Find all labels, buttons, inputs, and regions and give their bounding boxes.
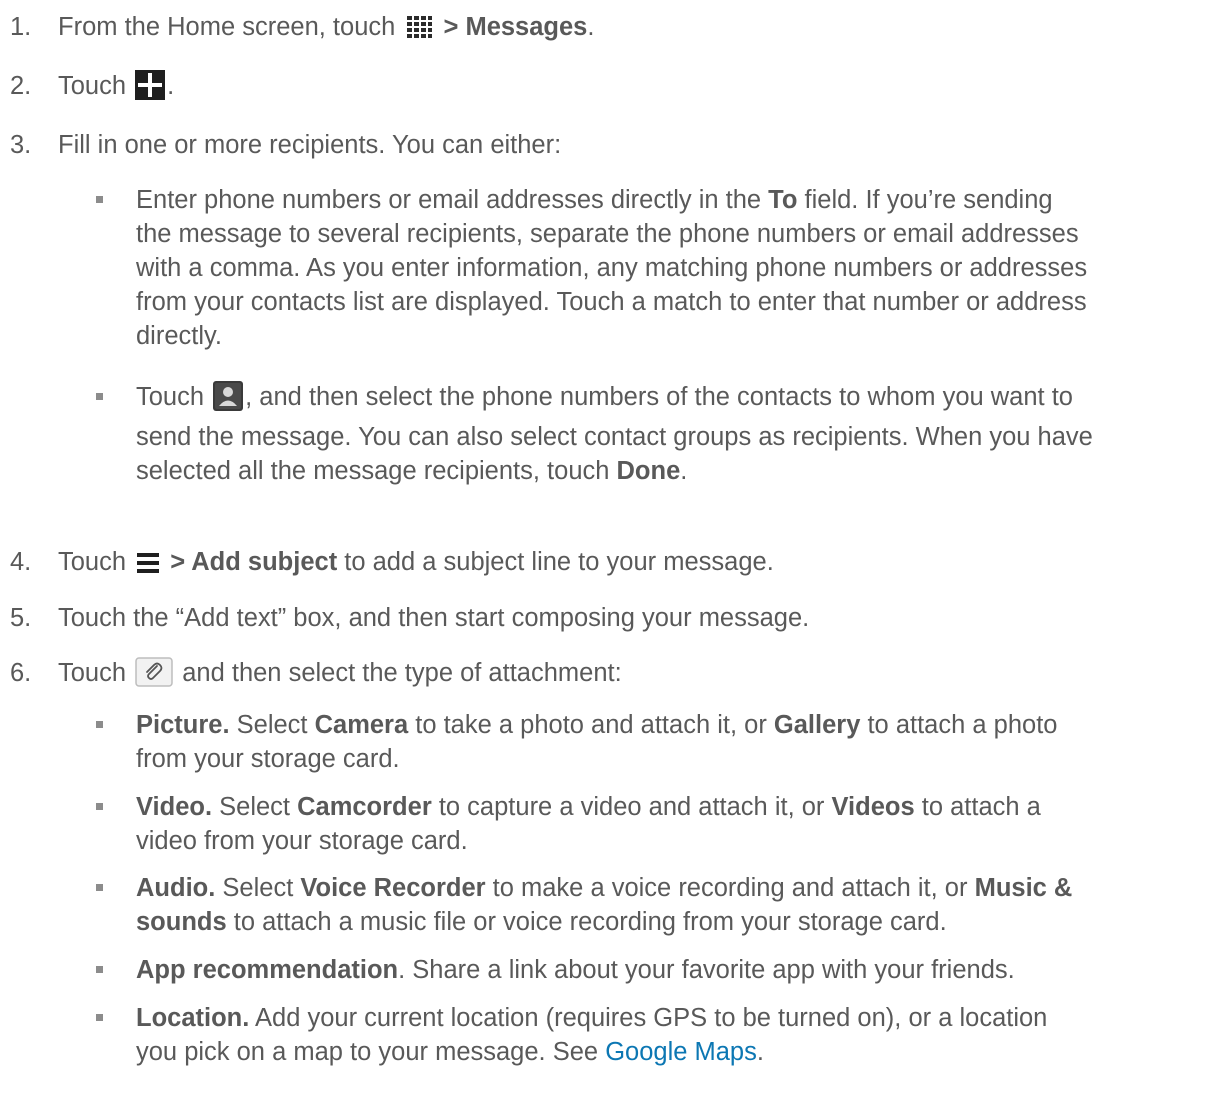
punct: . [756, 1038, 764, 1066]
apps-grid-icon [404, 13, 435, 50]
bullet-text: the message to several recipients, separ… [136, 220, 1079, 248]
bullet-text: Select [212, 793, 298, 821]
bold-term: Gallery [773, 711, 861, 739]
step-number: 5. [10, 604, 32, 632]
bullet-text: send the message. You can also select co… [136, 423, 1093, 451]
step-text: From the Home screen, touch [58, 13, 403, 41]
step-number: 6. [10, 659, 32, 687]
bullet-text: to attach a [914, 793, 1041, 821]
bullet-marker [96, 966, 103, 973]
plus-icon [135, 70, 166, 109]
bullet-marker [96, 1014, 103, 1021]
punct: . [587, 13, 595, 41]
bold-term: Location. [136, 1004, 250, 1032]
bold-term: sounds [136, 908, 227, 936]
google-maps-link[interactable]: Google Maps [605, 1038, 757, 1066]
bullet-marker [96, 393, 103, 400]
punct: . [167, 72, 175, 100]
paperclip-icon [135, 657, 173, 696]
bold-term: Camcorder [297, 793, 432, 821]
bullet-text: Select [215, 874, 301, 902]
bullet-text: selected all the message recipients, tou… [136, 457, 617, 485]
step-number: 3. [10, 131, 32, 159]
bullet-text: video from your storage card. [136, 827, 468, 855]
bullet-text: you pick on a map to your message. See [136, 1038, 606, 1066]
bullet-text: to make a voice recording and attach it,… [485, 874, 975, 902]
bullet-text: Touch [136, 383, 212, 411]
step-text: and then select the type of attachment: [175, 659, 622, 687]
bullet-text: to take a photo and attach it, or [408, 711, 774, 739]
bold-term: Voice Recorder [300, 874, 486, 902]
step-text: Fill in one or more recipients. You can … [58, 131, 562, 159]
add-subject-label: > Add subject [163, 548, 338, 576]
bullet-text: Add your current location (requires GPS … [249, 1004, 1048, 1032]
bullet-text: Select [229, 711, 315, 739]
bullet-text: Enter phone numbers or email addresses d… [136, 186, 769, 214]
bullet-text: from your contacts list are displayed. T… [136, 288, 1087, 316]
bullet-marker [96, 721, 103, 728]
bold-term: Camera [314, 711, 409, 739]
bullet-text: to capture a video and attach it, or [431, 793, 832, 821]
bullet-marker [96, 196, 103, 203]
contact-person-icon [213, 381, 244, 420]
step-text: Touch [58, 548, 134, 576]
bullet-text: from your storage card. [136, 745, 400, 773]
bullet-marker [96, 803, 103, 810]
bold-term: Videos [831, 793, 915, 821]
bullet-marker [96, 884, 103, 891]
to-field-label: To [768, 186, 798, 214]
bullet-text: field. If you’re sending [797, 186, 1053, 214]
bullet-text: to attach a music file or voice recordin… [226, 908, 947, 936]
bullet-text: , and then select the phone numbers of t… [245, 383, 1073, 411]
bullet-text: to attach a photo [860, 711, 1058, 739]
bold-term: App recommendation [136, 956, 399, 984]
messages-label: > Messages [436, 13, 588, 41]
bullet-text: . Share a link about your favorite app w… [398, 956, 1015, 984]
bold-term: Audio. [136, 874, 216, 902]
bullet-text: with a comma. As you enter information, … [136, 254, 1088, 282]
step-number: 4. [10, 548, 32, 576]
bold-term: Video. [136, 793, 213, 821]
punct: . [680, 457, 688, 485]
step-number: 2. [10, 72, 32, 100]
bullet-text: directly. [136, 322, 222, 350]
step-text: Touch [58, 659, 134, 687]
bold-term: Music & [974, 874, 1073, 902]
step-text: Touch [58, 72, 134, 100]
done-label: Done [616, 457, 681, 485]
menu-icon [135, 550, 161, 585]
step-text: to add a subject line to your message. [337, 548, 774, 576]
bold-term: Picture. [136, 711, 230, 739]
step-text: Touch the “Add text” box, and then start… [58, 604, 810, 632]
step-number: 1. [10, 13, 32, 41]
